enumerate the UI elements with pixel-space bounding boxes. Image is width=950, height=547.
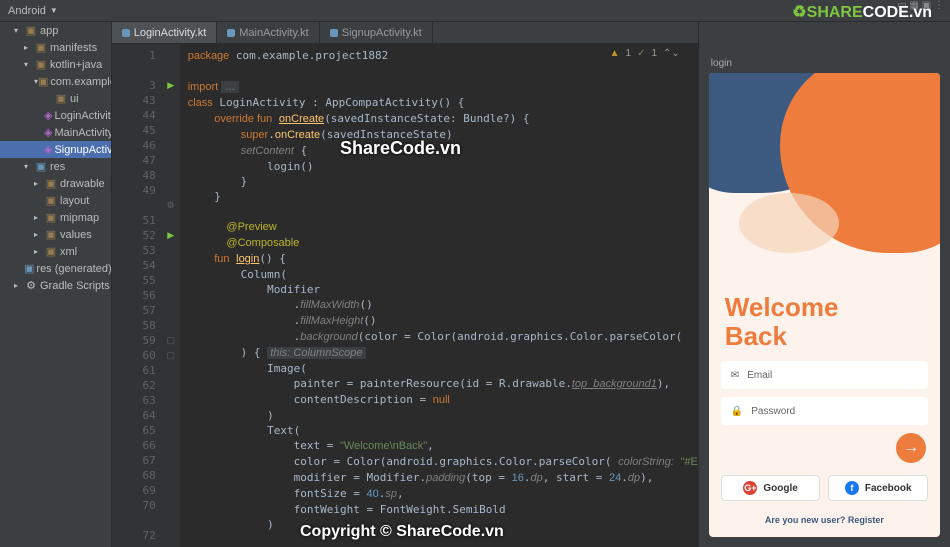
tree-mipmap[interactable]: ▸▣mipmap	[0, 209, 111, 226]
facebook-button[interactable]: fFacebook	[828, 475, 928, 501]
tree-app[interactable]: ▾▣app	[0, 22, 111, 39]
code-editor[interactable]: package package com.example.project1882c…	[180, 44, 698, 547]
welcome-text: WelcomeBack	[725, 293, 839, 350]
google-button[interactable]: G+Google	[721, 475, 821, 501]
tree-drawable[interactable]: ▸▣drawable	[0, 175, 111, 192]
editor-tabs: LoginActivity.kt MainActivity.kt SignupA…	[112, 22, 698, 44]
decor-blob-light	[739, 193, 839, 253]
tree-main-file[interactable]: ◈MainActivity	[0, 124, 111, 141]
project-dropdown[interactable]: Android ▼	[0, 5, 66, 17]
gutter-icons: ▶⚙▶▢▢	[162, 44, 180, 547]
inspection-status[interactable]: ▲1 ✓1 ⌃⌄	[610, 48, 680, 59]
tree-gradle[interactable]: ▸⚙Gradle Scripts	[0, 277, 111, 294]
submit-button[interactable]: →	[896, 433, 926, 463]
tab-login[interactable]: LoginActivity.kt	[112, 22, 218, 43]
tree-values[interactable]: ▸▣values	[0, 226, 111, 243]
google-icon: G+	[743, 481, 757, 495]
tree-xml[interactable]: ▸▣xml	[0, 243, 111, 260]
logo-recycle-icon: ♻	[792, 4, 806, 21]
line-gutter: 1 343444546474849 5152535455565758596061…	[112, 44, 162, 547]
tab-main[interactable]: MainActivity.kt	[217, 22, 319, 43]
watermark-logo: ♻SHARECODE.vn	[792, 2, 932, 22]
compose-preview-panel: login WelcomeBack ✉Email 🔒Password → G+G…	[698, 22, 950, 547]
preview-device: WelcomeBack ✉Email 🔒Password → G+Google …	[709, 73, 940, 537]
lock-icon: 🔒	[731, 406, 743, 417]
password-field[interactable]: 🔒Password	[721, 397, 928, 425]
facebook-icon: f	[845, 481, 859, 495]
project-label: Android	[8, 5, 46, 17]
tree-signup-file[interactable]: ◈SignupActivi	[0, 141, 111, 158]
chevron-down-icon: ▼	[50, 6, 58, 15]
email-field[interactable]: ✉Email	[721, 361, 928, 389]
tab-signup[interactable]: SignupActivity.kt	[320, 22, 433, 43]
mail-icon: ✉	[731, 370, 739, 381]
tree-package[interactable]: ▾▣com.example.pr	[0, 73, 111, 90]
preview-label: login	[711, 58, 940, 69]
project-tree: ▾▣app ▸▣manifests ▾▣kotlin+java ▾▣com.ex…	[0, 22, 112, 547]
register-link[interactable]: Are you new user? Register	[709, 515, 940, 525]
tree-manifests[interactable]: ▸▣manifests	[0, 39, 111, 56]
arrow-right-icon: →	[903, 439, 919, 457]
tree-res[interactable]: ▾▣res	[0, 158, 111, 175]
tree-res-gen[interactable]: ▣res (generated)	[0, 260, 111, 277]
tree-ui[interactable]: ▣ui	[0, 90, 111, 107]
tree-login-file[interactable]: ◈LoginActivity	[0, 107, 111, 124]
tree-layout[interactable]: ▣layout	[0, 192, 111, 209]
tree-kotlin-java[interactable]: ▾▣kotlin+java	[0, 56, 111, 73]
